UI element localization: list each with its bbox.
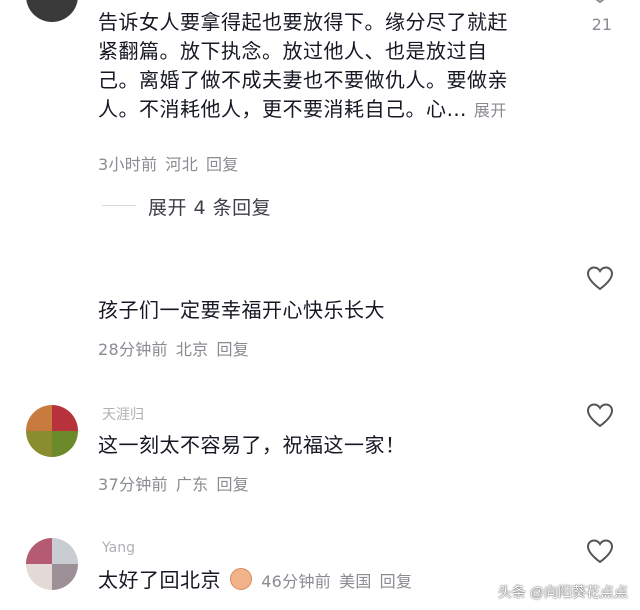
comment-time: 28分钟前: [98, 340, 168, 359]
avatar[interactable]: [26, 0, 78, 22]
heart-icon[interactable]: [586, 265, 614, 291]
comment-meta: 37分钟前 广东 回复: [98, 471, 257, 495]
comment-text: 告诉女人要拿得起也要放得下。缘分尽了就赶 紧翻篇。放下执念。放过他人、也是放过自…: [98, 8, 558, 125]
like-count: 21: [591, 15, 612, 34]
reply-button[interactable]: 回复: [216, 340, 249, 359]
comment-location: 广东: [175, 475, 209, 494]
comment-location: 美国: [339, 572, 372, 591]
comment-row: 太好了回北京 46分钟前 美国 回复: [98, 566, 420, 595]
username[interactable]: Yang: [102, 540, 135, 556]
reply-button[interactable]: 回复: [206, 155, 239, 174]
avatar[interactable]: [26, 538, 78, 590]
replies-divider: [102, 205, 136, 206]
expand-replies-button[interactable]: 展开 4 条回复: [148, 193, 271, 220]
comment-time: 37分钟前: [98, 475, 168, 494]
heart-icon[interactable]: [586, 538, 614, 564]
comment-meta: 46分钟前 美国 回复: [261, 572, 420, 591]
comment-text: 太好了回北京: [98, 568, 221, 592]
comment-text: 这一刻太不容易了，祝福这一家！: [98, 433, 406, 457]
comment-text: 孩子们一定要幸福开心快乐长大: [98, 298, 385, 322]
comment-line: 人。不消耗他人，更不要消耗自己。心… 展开: [98, 95, 558, 125]
comment-line-text: 人。不消耗他人，更不要消耗自己。心…: [98, 97, 467, 121]
comment-line: 告诉女人要拿得起也要放得下。缘分尽了就赶: [98, 10, 508, 34]
comment-meta: 28分钟前 北京 回复: [98, 336, 257, 360]
comment-line: 己。离婚了做不成夫妻也不要做仇人。要做亲: [98, 68, 508, 92]
comment-time: 46分钟前: [261, 572, 332, 591]
avatar[interactable]: [26, 405, 78, 457]
comment-meta: 3小时前 河北 回复: [98, 151, 247, 175]
chevron-down-icon[interactable]: [588, 0, 612, 6]
avatar[interactable]: [26, 272, 78, 324]
comment-time: 3小时前: [98, 155, 158, 174]
heart-icon[interactable]: [586, 402, 614, 428]
reply-button[interactable]: 回复: [380, 572, 413, 591]
comment-line: 紧翻篇。放下执念。放过他人、也是放过自: [98, 39, 488, 63]
reply-button[interactable]: 回复: [216, 475, 249, 494]
comment-location: 北京: [175, 340, 209, 359]
expand-text-button[interactable]: 展开: [474, 101, 507, 120]
thumbs-up-emoji-icon: [230, 568, 253, 590]
username[interactable]: 天涯归: [102, 404, 144, 424]
comment-location: 河北: [165, 155, 198, 174]
watermark: 头条 @向阳葵花点点: [497, 584, 628, 600]
